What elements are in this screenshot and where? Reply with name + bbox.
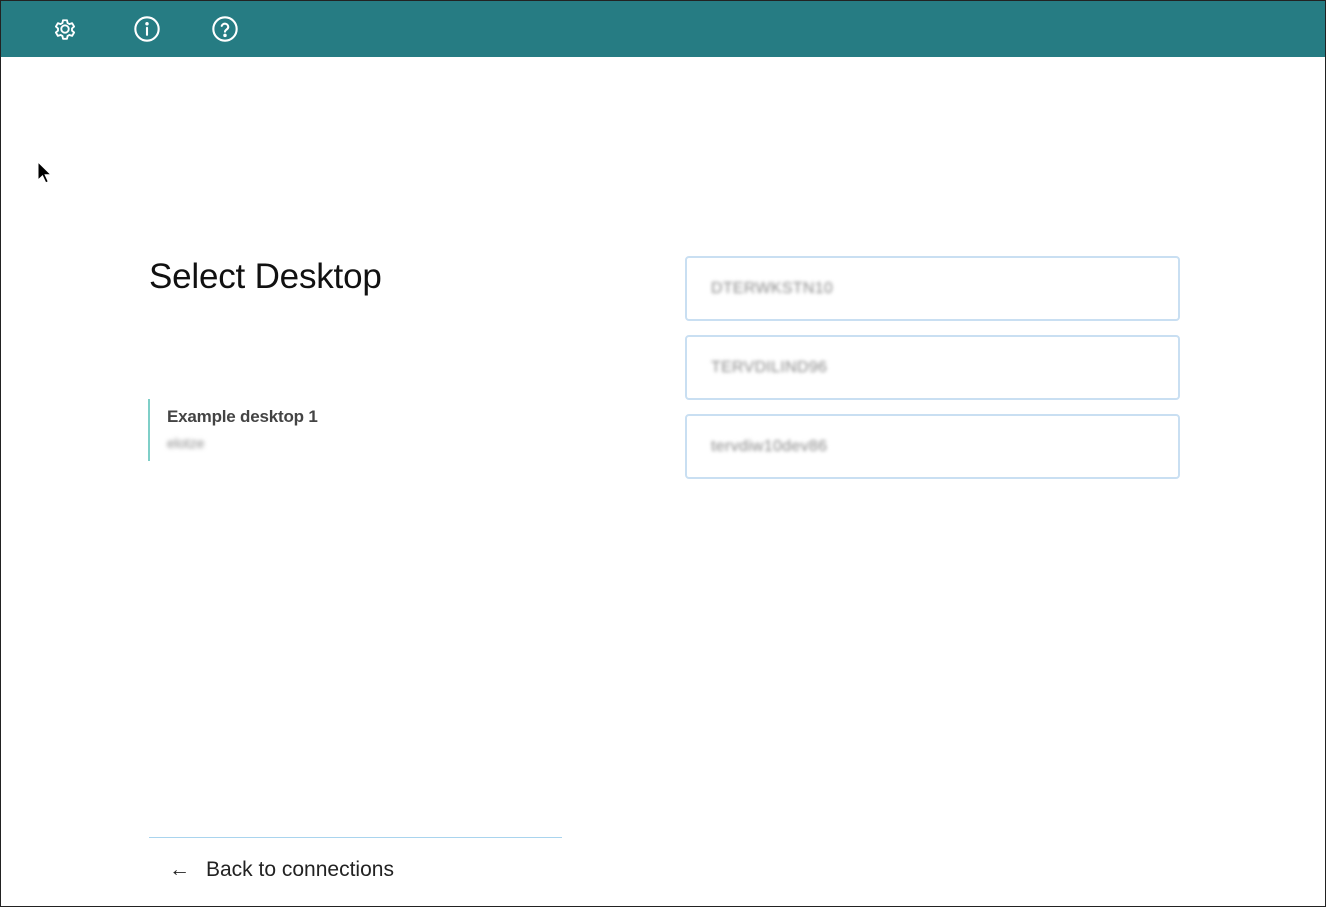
back-to-connections-button[interactable]: ← Back to connections (169, 853, 394, 887)
help-button[interactable] (207, 11, 243, 47)
app-window: Select Desktop Example desktop 1 elotze … (0, 0, 1326, 907)
session-user: elotze (167, 435, 205, 451)
desktop-option-3[interactable]: tervdiw10dev86 (685, 414, 1180, 479)
help-icon (211, 15, 239, 43)
desktop-option-2[interactable]: TERVDILIND96 (685, 335, 1180, 400)
settings-button[interactable] (47, 11, 83, 47)
footer-divider (149, 837, 562, 838)
mouse-pointer-icon (37, 160, 53, 190)
gear-icon (51, 15, 79, 43)
info-button[interactable] (129, 11, 165, 47)
back-link-label: Back to connections (206, 858, 394, 881)
desktop-option-1[interactable]: DTERWKSTN10 (685, 256, 1180, 321)
info-icon (133, 15, 161, 43)
desktop-option-label: TERVDILIND96 (711, 358, 828, 376)
page-title: Select Desktop (149, 257, 382, 296)
desktop-option-label: tervdiw10dev86 (711, 437, 828, 455)
desktop-option-label: DTERWKSTN10 (711, 279, 834, 297)
arrow-left-icon: ← (169, 858, 190, 881)
desktop-list: DTERWKSTN10 TERVDILIND96 tervdiw10dev86 (685, 256, 1180, 493)
session-name: Example desktop 1 (167, 407, 318, 426)
session-info: Example desktop 1 elotze (148, 399, 318, 461)
top-toolbar (1, 1, 1325, 57)
